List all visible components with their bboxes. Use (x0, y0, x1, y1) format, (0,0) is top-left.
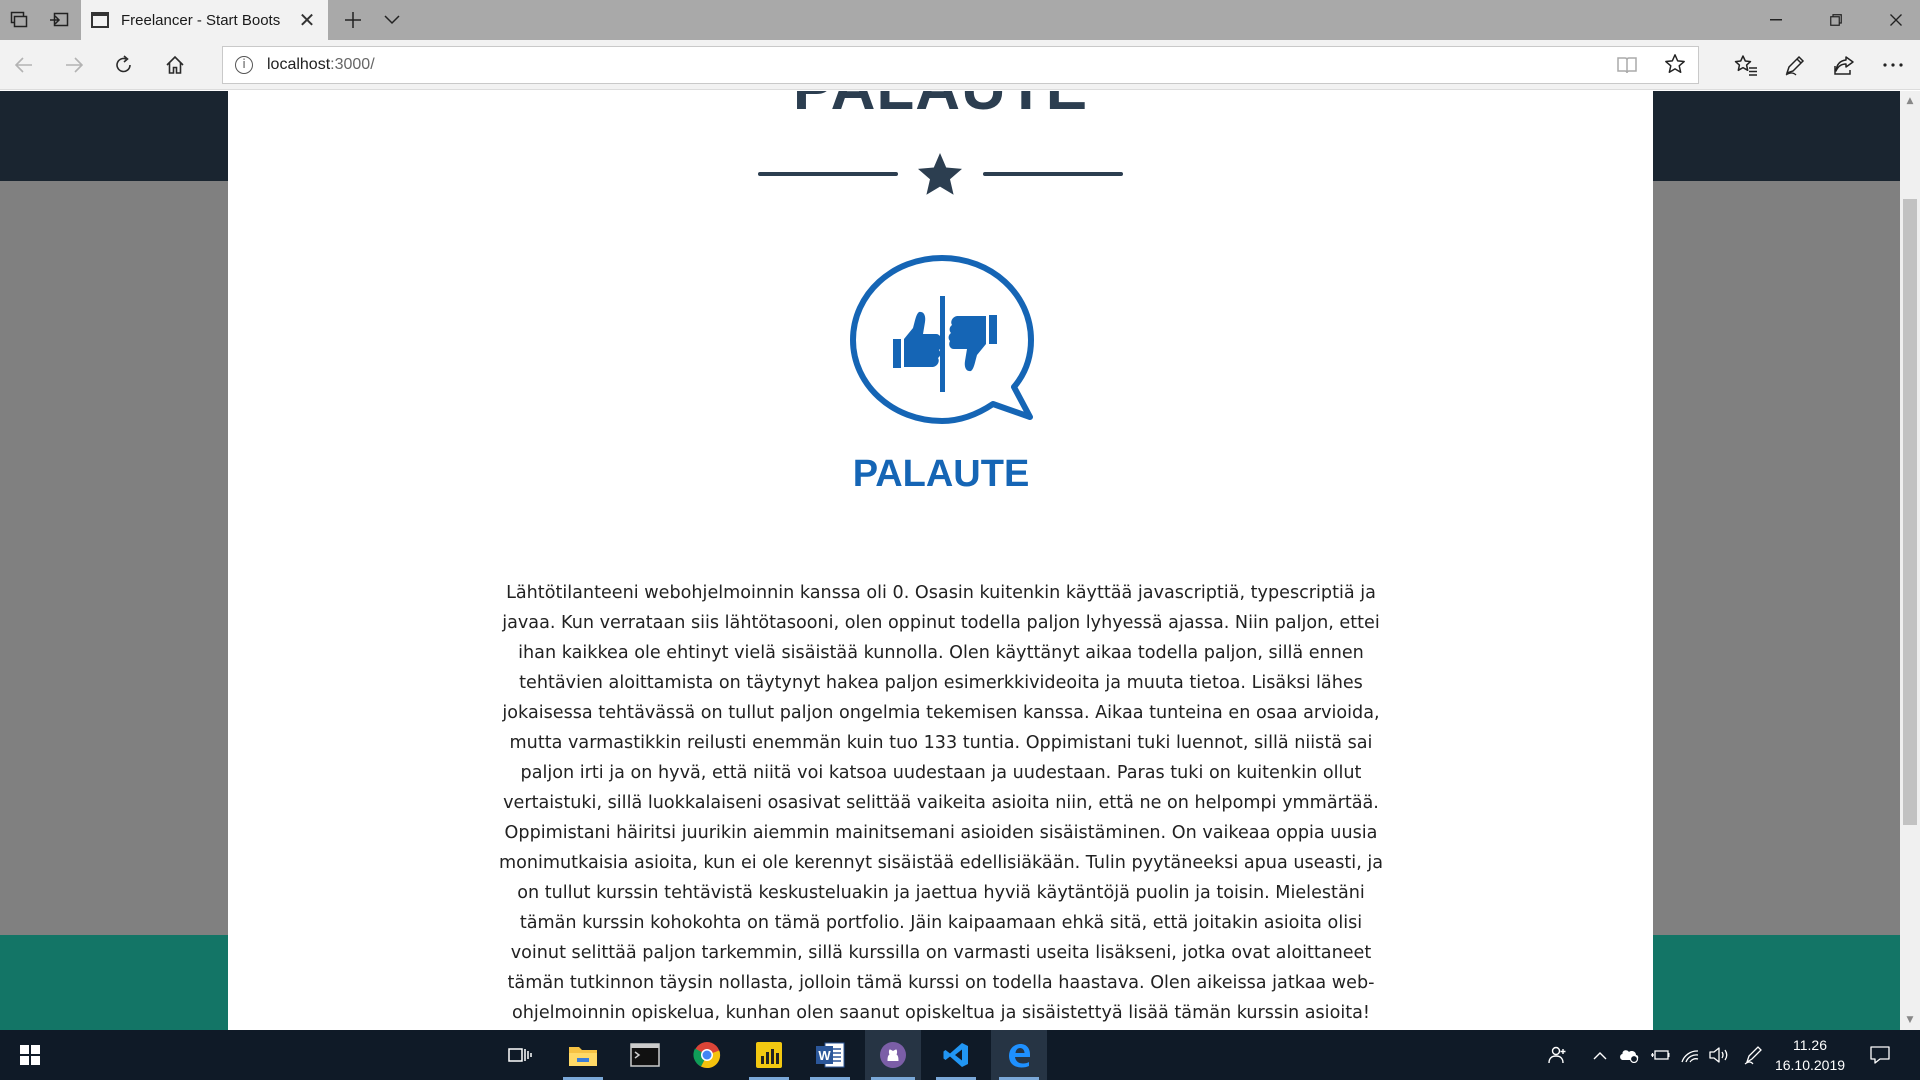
restore-icon[interactable] (1806, 0, 1866, 40)
browser-tab[interactable]: Freelancer - Start Boots ✕ (81, 0, 328, 40)
url-path: :3000/ (330, 56, 375, 73)
task-view-icon[interactable] (492, 1030, 548, 1080)
info-icon[interactable]: i (235, 56, 253, 74)
edge-icon[interactable] (991, 1030, 1047, 1080)
book-icon[interactable] (1616, 55, 1638, 79)
arrow-right-icon (66, 57, 83, 73)
feedback-paragraph: Lähtötilanteeni webohjelmoinnin kanssa o… (498, 583, 1384, 1023)
favorites-icon (1734, 55, 1757, 76)
feedback-logo: PALAUTE (821, 248, 1061, 508)
address-bar[interactable]: i localhost:3000/ (222, 46, 1699, 84)
scroll-down-icon[interactable]: ▼ (1900, 1010, 1920, 1030)
divider-line-right (983, 172, 1123, 176)
refresh-icon (116, 55, 131, 73)
home-icon (166, 55, 184, 74)
page-viewport: PALAUTE PALAUTE Lähtötilanteeni webohjel… (0, 91, 1900, 1030)
logo-label: PALAUTE (852, 453, 1030, 495)
forward-button[interactable] (58, 49, 90, 81)
word-icon[interactable]: W (802, 1030, 858, 1080)
arrow-left-icon (15, 57, 32, 73)
browser-tab-strip: Freelancer - Start Boots ✕ (0, 0, 1920, 40)
windows-taskbar: W 11.26 16.10.2019 (0, 1030, 1920, 1080)
divider-line-left (758, 172, 898, 176)
power-bi-icon[interactable] (741, 1030, 797, 1080)
chevron-up-icon[interactable] (1588, 1030, 1612, 1080)
scrollbar-thumb[interactable] (1903, 199, 1917, 825)
page-scrollbar[interactable]: ▲ ▼ (1900, 91, 1920, 1030)
svg-text:W: W (818, 1048, 831, 1063)
speech-bubble-thumbs-icon (850, 255, 1034, 424)
pen-workspace-icon[interactable] (1740, 1030, 1768, 1080)
volume-icon[interactable] (1706, 1030, 1734, 1080)
favorites-button[interactable] (1730, 49, 1762, 81)
close-window-icon[interactable] (1866, 0, 1920, 40)
pen-icon (1785, 55, 1805, 76)
clock-time: 11.26 (1793, 1037, 1827, 1053)
chevron-down-icon[interactable] (378, 6, 406, 34)
tab-close-icon[interactable]: ✕ (296, 8, 318, 32)
ellipsis-icon (1883, 63, 1903, 67)
share-button[interactable] (1828, 49, 1860, 81)
tabs-aside-icon[interactable] (5, 6, 33, 34)
share-icon (1834, 56, 1854, 75)
refresh-button[interactable] (108, 49, 140, 81)
notes-button[interactable] (1779, 49, 1811, 81)
file-explorer-icon[interactable] (555, 1030, 611, 1080)
terminal-icon[interactable] (617, 1030, 673, 1080)
modal-title: PALAUTE (228, 91, 1653, 124)
minimize-icon[interactable] (1746, 0, 1806, 40)
portfolio-modal: PALAUTE PALAUTE Lähtötilanteeni webohjel… (228, 91, 1653, 1030)
scroll-up-icon[interactable]: ▲ (1900, 91, 1920, 111)
browser-nav-bar: i localhost:3000/ (0, 40, 1920, 90)
url-text: localhost:3000/ (267, 56, 375, 74)
wifi-icon[interactable] (1676, 1030, 1704, 1080)
tab-title: Freelancer - Start Boots (121, 11, 281, 29)
github-desktop-icon[interactable] (865, 1030, 921, 1080)
star-icon (918, 153, 962, 195)
chrome-icon[interactable] (679, 1030, 735, 1080)
plus-icon[interactable] (339, 6, 367, 34)
page-icon (91, 12, 109, 28)
home-button[interactable] (159, 49, 191, 81)
battery-icon[interactable] (1646, 1030, 1674, 1080)
taskbar-clock[interactable]: 11.26 16.10.2019 (1770, 1035, 1850, 1075)
clock-date: 16.10.2019 (1774, 1057, 1846, 1073)
action-center-icon[interactable] (1862, 1030, 1898, 1080)
start-icon[interactable] (2, 1030, 58, 1080)
set-aside-tabs-icon[interactable] (45, 6, 73, 34)
people-icon[interactable] (1540, 1030, 1576, 1080)
onedrive-sync-icon[interactable] (1614, 1030, 1644, 1080)
more-button[interactable] (1877, 49, 1909, 81)
vscode-icon[interactable] (928, 1030, 984, 1080)
url-host: localhost (267, 56, 331, 73)
star-icon[interactable] (1664, 53, 1686, 79)
star-divider (758, 151, 1123, 197)
back-button[interactable] (8, 49, 40, 81)
